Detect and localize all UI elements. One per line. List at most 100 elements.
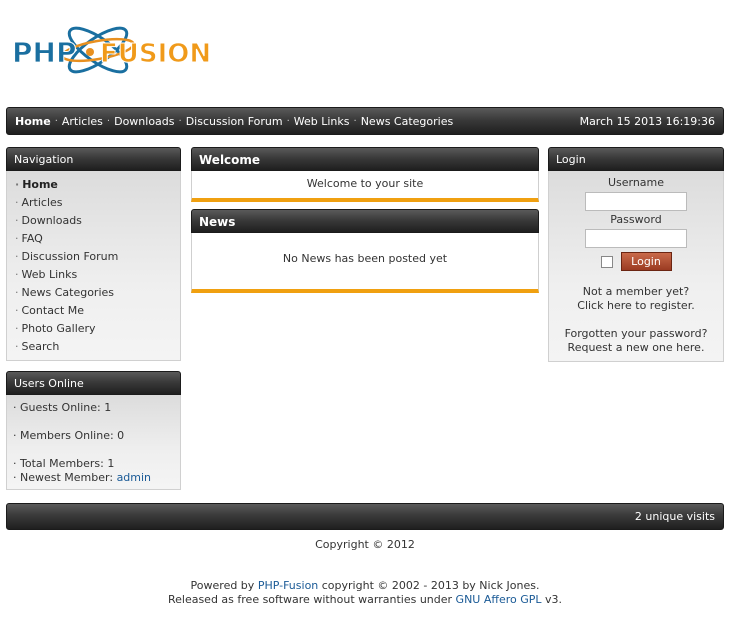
sidebar-item-home[interactable]: · Home [7,176,180,194]
sidebar-item-label: Home [22,178,58,191]
sidebar-item-label: Search [21,340,60,353]
powered-by-suffix: copyright © 2002 - 2013 by Nick Jones. [318,579,540,592]
members-online: · Members Online: 0 [13,429,172,443]
users-online-panel: Users Online · Guests Online: 1 · Member… [6,371,181,490]
not-member-text: Not a member yet? [582,285,690,298]
sidebar-item-label: Discussion Forum [21,250,119,263]
sidebar-item-photo-gallery[interactable]: · Photo Gallery [7,320,180,338]
welcome-message: Welcome to your site [191,171,539,202]
sidebar-item-discussion-forum[interactable]: · Discussion Forum [7,248,180,266]
newest-member-label: Newest Member: [20,471,117,484]
welcome-panel: Welcome Welcome to your site [191,147,539,202]
news-empty-message: No News has been posted yet [191,233,539,293]
members-online-text: Members Online: 0 [20,429,125,442]
sidebar-item-articles[interactable]: · Articles [7,194,180,212]
separator-dot: · [178,115,182,127]
sidebar-item-label: Web Links [21,268,78,281]
forgot-password-text: Forgotten your password? [564,327,708,340]
bottom-bar: 2 unique visits [6,503,724,530]
password-input[interactable] [585,229,687,248]
username-input[interactable] [585,192,687,211]
sidebar-item-label: Contact Me [21,304,85,317]
navigation-panel-title: Navigation [6,147,181,171]
topnav-articles[interactable]: Articles [62,115,103,128]
bullet-icon: · [15,286,19,299]
sidebar-item-news-categories[interactable]: · News Categories [7,284,180,302]
top-nav-links: Home · Articles · Downloads · Discussion… [15,115,453,128]
footer: Powered by PHP-Fusion copyright © 2002 -… [0,579,730,607]
topnav-downloads[interactable]: Downloads [114,115,174,128]
news-panel: News No News has been posted yet [191,209,539,293]
bullet-icon: · [15,178,20,191]
sidebar-item-faq[interactable]: · FAQ [7,230,180,248]
bullet-icon: · [15,322,19,335]
logo-text-right: FUSION [100,39,211,69]
sidebar-item-label: Photo Gallery [21,322,96,335]
remember-me-checkbox[interactable] [600,255,613,268]
bullet-icon: · [13,471,20,484]
bullet-icon: · [15,232,19,245]
password-label: Password [610,213,662,226]
topnav-discussion-forum[interactable]: Discussion Forum [186,115,283,128]
top-nav-bar: Home · Articles · Downloads · Discussion… [6,107,724,135]
copyright-text: Copyright © 2012 [315,538,415,551]
svg-text:FUSION: FUSION [100,39,211,69]
date-time-clock: March 15 2013 16:19:36 [579,114,715,128]
license-prefix: Released as free software without warran… [167,593,456,606]
powered-by-line: Powered by PHP-Fusion copyright © 2002 -… [0,579,730,593]
topnav-web-links[interactable]: Web Links [294,115,350,128]
bullet-icon: · [13,429,20,442]
topnav-news-categories[interactable]: News Categories [361,115,454,128]
separator-dot: · [106,115,111,127]
logo-text-left: PHP [12,36,76,69]
bullet-icon: · [13,401,20,414]
separator-dot: · [286,115,290,127]
license-line: Released as free software without warran… [0,593,730,607]
request-password-link[interactable]: Request a new one here. [568,341,705,354]
users-online-title: Users Online [6,371,181,395]
bullet-icon: · [15,250,19,263]
site-logo[interactable]: PHP FUSION [8,10,238,82]
separator-dot: · [353,115,357,127]
username-label: Username [607,176,665,189]
bullet-icon: · [15,196,19,209]
bullet-icon: · [13,457,20,470]
sidebar-item-label: News Categories [21,286,115,299]
bullet-icon: · [15,304,19,317]
total-members-text: Total Members: 1 [20,457,115,470]
topnav-home[interactable]: Home [15,115,51,128]
sidebar-item-contact-me[interactable]: · Contact Me [7,302,180,320]
left-sidebar: Navigation · Home · Articles · Downloads · F… [6,147,181,490]
bullet-icon: · [15,268,19,281]
php-fusion-logo-icon: PHP FUSION [12,26,212,74]
bullet-icon: · [15,340,19,353]
guests-online-text: Guests Online: 1 [20,401,112,414]
login-panel: Login Username Password Login Not a memb… [548,147,724,362]
sidebar-item-search[interactable]: · Search [7,338,180,356]
sidebar-item-downloads[interactable]: · Downloads [7,212,180,230]
svg-text:PHP: PHP [12,36,76,69]
main-content: Welcome Welcome to your site News No New… [191,147,539,293]
total-members: · Total Members: 1 [13,457,172,471]
php-fusion-link[interactable]: PHP-Fusion [258,579,318,592]
guests-online: · Guests Online: 1 [13,401,172,415]
sidebar-item-web-links[interactable]: · Web Links [7,266,180,284]
login-panel-title: Login [548,147,724,171]
sidebar-item-label: FAQ [21,232,43,245]
separator-dot: · [54,115,58,127]
license-suffix: v3. [541,593,563,606]
newest-member: · Newest Member: admin [13,471,172,485]
powered-by-prefix: Powered by [190,579,258,592]
news-title: News [191,209,539,233]
navigation-list: · Home · Articles · Downloads · FAQ · Discuss… [7,171,180,360]
navigation-panel: Navigation · Home · Articles · Downloads · F… [6,147,181,361]
newest-member-link[interactable]: admin [117,471,151,484]
unique-visits-counter: 2 unique visits [634,510,715,523]
welcome-title: Welcome [191,147,539,171]
bullet-icon: · [15,214,19,227]
license-link[interactable]: GNU Affero GPL [456,593,542,606]
login-button[interactable]: Login [620,252,672,271]
right-sidebar: Login Username Password Login Not a memb… [548,147,724,362]
sidebar-item-label: Downloads [21,214,82,227]
register-link[interactable]: Click here to register. [577,299,694,312]
